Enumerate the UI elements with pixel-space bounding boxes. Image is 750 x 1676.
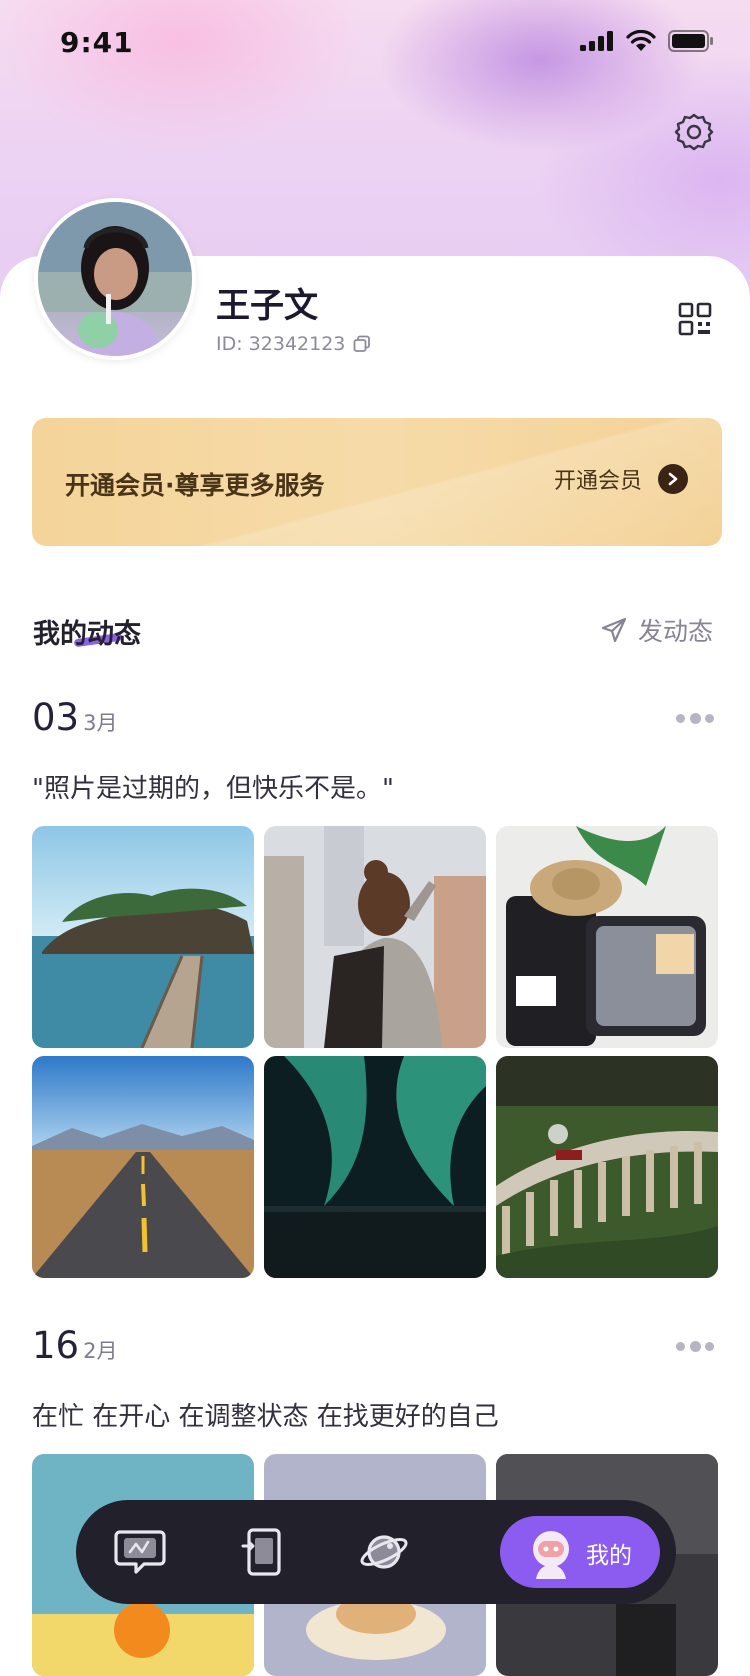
bottom-tab-bar: 我的 (76, 1500, 676, 1604)
post-date: 16 2月 (32, 1324, 117, 1367)
tab-me-label: 我的 (586, 1543, 632, 1569)
astronaut-icon (533, 1531, 569, 1579)
post-moment-button[interactable]: 发动态 (600, 612, 713, 648)
qr-code-icon[interactable] (678, 302, 712, 336)
photo-traveler-city[interactable] (264, 826, 486, 1048)
post-text: 在忙 在开心 在调整状态 在找更好的自己 (32, 1402, 499, 1432)
status-bar: 9:41 (0, 0, 750, 88)
phone-icon (241, 1528, 281, 1576)
photo-viaduct-train[interactable] (496, 1056, 718, 1278)
post-date-day: 03 (32, 696, 80, 739)
user-id: ID: 32342123 (216, 333, 346, 355)
battery-icon (668, 30, 713, 52)
status-time: 9:41 (60, 26, 134, 59)
send-icon (601, 617, 627, 643)
gear-icon[interactable] (674, 112, 714, 152)
avatar[interactable] (34, 198, 196, 360)
post-photo-grid (32, 826, 718, 1278)
tab-messages[interactable] (112, 1524, 168, 1580)
user-id-row: ID: 32342123 (216, 333, 371, 355)
post-text: "照片是过期的，但快乐不是。" (32, 774, 394, 804)
user-name: 王子文 (216, 286, 318, 326)
post-date-month: 2月 (83, 1339, 118, 1363)
more-icon[interactable] (676, 1340, 714, 1352)
tab-discover[interactable] (356, 1524, 412, 1580)
photo-aurora[interactable] (264, 1056, 486, 1278)
status-icons (580, 30, 714, 52)
post-date-month: 3月 (83, 711, 118, 735)
chevron-right-icon (658, 464, 688, 494)
copy-icon[interactable] (353, 335, 371, 353)
post-moment-label: 发动态 (638, 617, 714, 646)
section-title: 我的动态 (33, 619, 141, 650)
more-icon[interactable] (676, 712, 714, 724)
vip-banner[interactable]: 开通会员·尊享更多服务 开通会员 (32, 418, 722, 546)
planet-icon (360, 1535, 408, 1569)
vip-banner-text: 开通会员·尊享更多服务 (65, 471, 325, 500)
post-date-day: 16 (32, 1324, 80, 1367)
vip-open-label: 开通会员 (553, 469, 642, 494)
photo-travel-suitcase[interactable] (496, 826, 718, 1048)
chat-icon (114, 1530, 166, 1574)
signal-icon (580, 31, 613, 51)
vip-open-button[interactable]: 开通会员 (554, 463, 688, 495)
tab-me[interactable]: 我的 (500, 1516, 660, 1588)
photo-island-pier[interactable] (32, 826, 254, 1048)
wifi-icon (626, 30, 656, 51)
photo-desert-road[interactable] (32, 1056, 254, 1278)
tab-phone[interactable] (234, 1524, 290, 1580)
post-date: 03 3月 (32, 696, 117, 739)
